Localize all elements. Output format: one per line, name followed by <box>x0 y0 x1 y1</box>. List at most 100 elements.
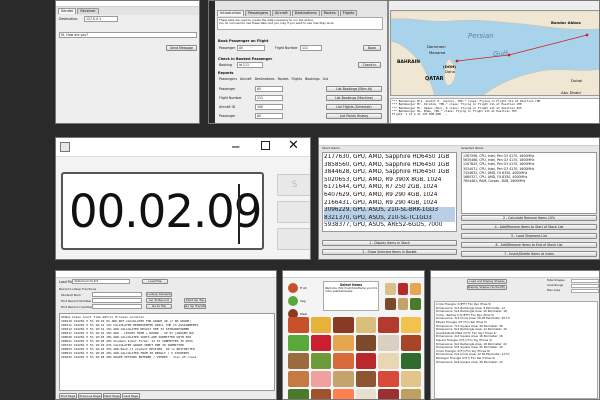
food-thumbnail[interactable] <box>288 335 309 351</box>
food-thumbnail[interactable] <box>400 335 421 351</box>
food-thumbnail[interactable] <box>333 389 354 399</box>
list-item[interactable]: 5938377, GPU, ASUS, ARES2-6GD5, 7000 <box>324 222 455 230</box>
go-to-record-button[interactable]: Go To Record <box>146 298 172 303</box>
flight-number-select[interactable]: 111 <box>300 45 322 51</box>
food-thumbnail[interactable] <box>310 353 331 369</box>
check-in-button[interactable]: Check In <box>358 62 381 68</box>
list-item[interactable]: 3858560, GPU, AMD, Sapphire HD6450 1GB <box>324 162 455 170</box>
vegetable-icon[interactable] <box>288 296 298 306</box>
food-thumbnail[interactable] <box>310 389 331 399</box>
list-points-history-button[interactable]: List Points History <box>326 113 382 119</box>
load-file-button[interactable]: Load File <box>142 279 168 284</box>
filter-select[interactable]: All <box>255 86 283 92</box>
minimize-icon[interactable]: ─ <box>232 141 239 153</box>
load-shapes-button[interactable]: Load and Display Shapes <box>467 279 507 284</box>
list-item[interactable]: 2166431, GPU, AMD, R9 290 4GB, 1024 <box>324 200 455 208</box>
list-item[interactable]: 3096229, GPU, ASUS, 210-SL-BRK-1GD3 <box>324 207 455 215</box>
food-thumbnail[interactable] <box>410 283 421 295</box>
filter-select[interactable]: All <box>255 113 283 119</box>
list-item[interactable]: 3844628, GPU, AMD, Sapphire HD6450 1GB <box>324 169 455 177</box>
radio-aircraft[interactable]: Aircraft <box>240 77 252 81</box>
tab-flights[interactable]: Flights <box>339 10 358 16</box>
stat-field[interactable] <box>571 289 599 293</box>
food-thumbnail[interactable] <box>310 335 331 351</box>
send-message-button[interactable]: Send Message <box>166 45 197 51</box>
food-thumbnail[interactable] <box>288 389 309 399</box>
list-item[interactable]: 2177630, GPU, AMD, Sapphire HD6450 1GB <box>324 154 455 162</box>
reset-button[interactable] <box>277 228 310 250</box>
food-thumbnail[interactable] <box>378 371 399 387</box>
radio-routes[interactable]: Routes <box>278 77 289 81</box>
selected-list[interactable]: 1367596, CPU, Intel, Pen G3 4170, 1600MH… <box>461 152 597 214</box>
stat-field[interactable] <box>571 279 599 283</box>
stop-button[interactable] <box>277 201 310 223</box>
insert-delete-index-button[interactable]: 7 - Insert/Delete Items at index <box>461 251 597 257</box>
list-item[interactable]: Dimensions: 6x6 Square Area: 36 Perimete… <box>436 361 596 365</box>
food-thumbnail[interactable] <box>397 298 409 310</box>
food-thumbnail[interactable] <box>333 335 354 351</box>
radio-bookings[interactable]: Bookings <box>305 77 320 81</box>
list-item[interactable]: 7654481, RAM, Corsair, 8GB, 1600MHz <box>463 179 595 183</box>
food-thumbnail[interactable] <box>355 317 376 333</box>
calculate-remove-button[interactable]: 2 - Calculate Remove Items 10% <box>461 215 597 221</box>
display-items-button[interactable]: 1 - Display Items In Stock <box>322 240 457 246</box>
radio-destinations[interactable]: Destinations <box>255 77 275 81</box>
lookup-student-button[interactable]: Lookup Student <box>146 292 172 297</box>
food-thumbnail[interactable] <box>355 335 376 351</box>
passenger-select[interactable]: All <box>237 45 265 51</box>
tab-aircraft[interactable]: Aircraft <box>271 10 291 16</box>
tab-destinations[interactable]: Destinations <box>291 10 320 16</box>
radio-passengers[interactable]: Passengers <box>219 77 237 81</box>
food-thumbnail[interactable] <box>333 317 354 333</box>
food-thumbnail[interactable] <box>310 317 331 333</box>
tab-routes[interactable]: Routes <box>320 10 339 16</box>
show-selected-button[interactable]: 2 - Show Selected Items In Basket <box>322 249 457 255</box>
food-thumbnail[interactable] <box>310 371 331 387</box>
food-thumbnail[interactable] <box>333 353 354 369</box>
booking-select[interactable]: id 111 <box>237 62 263 68</box>
first-page-button[interactable]: First Page <box>59 393 77 399</box>
stock-list[interactable]: 2177630, GPU, AMD, Sapphire HD6450 1GB 3… <box>322 152 457 232</box>
food-thumbnail[interactable] <box>410 298 421 310</box>
food-thumbnail[interactable] <box>397 283 409 295</box>
destination-select[interactable]: 127.0.0.1 <box>84 16 118 22</box>
close-icon[interactable]: ✕ <box>288 139 299 152</box>
tab-introduction[interactable]: Introduction <box>217 10 245 16</box>
table-row[interactable]: 101025 CS2201 5 5% 10:28 28% GRADE OPTIO… <box>61 355 273 359</box>
record-number-field[interactable] <box>92 298 142 303</box>
book-button[interactable]: Book <box>363 45 381 51</box>
food-thumbnail[interactable] <box>378 389 399 399</box>
go-up-transfer-button[interactable]: Go Up Transfer <box>184 304 206 309</box>
food-thumbnail[interactable] <box>385 283 396 295</box>
food-thumbnail[interactable] <box>400 353 421 369</box>
list-item[interactable]: 8321370, GPU, ASUS, 210-SL-TC1GD3 <box>324 214 455 223</box>
list-flights-button[interactable]: List Flights (Schedule) <box>326 104 382 110</box>
file-path-field[interactable]: data/records.txt <box>72 279 130 284</box>
records-table[interactable]: StNum Class Count Time Amt(%) Process Lo… <box>59 313 275 391</box>
find-record-field[interactable] <box>92 304 142 309</box>
list-item[interactable]: 5020653, GPU, AMD, R9 390X 8GB, 1024 <box>324 177 455 185</box>
previous-page-button[interactable]: Previous Page <box>78 393 102 399</box>
go-to-top-button[interactable]: Go to Top <box>146 304 172 309</box>
food-thumbnail[interactable] <box>378 335 399 351</box>
last-page-button[interactable]: Last Page <box>122 393 140 399</box>
time-display[interactable]: 00.02.09 <box>61 172 264 250</box>
food-thumbnail[interactable] <box>288 317 309 333</box>
list-item[interactable]: 6407629, GPU, AMD, R9 290 4GB, 1024 <box>324 192 455 200</box>
food-thumbnail[interactable] <box>400 389 421 399</box>
food-thumbnail[interactable] <box>385 298 396 310</box>
food-thumbnail[interactable] <box>355 353 376 369</box>
tab-passengers[interactable]: Passengers <box>245 10 271 16</box>
fruit-icon[interactable] <box>288 283 298 293</box>
next-page-button[interactable]: Next Page <box>103 393 121 399</box>
food-thumbnail[interactable] <box>400 317 421 333</box>
filter-select[interactable]: 111 <box>255 95 283 101</box>
filter-select[interactable]: 100 <box>255 104 283 110</box>
add-remove-end-button[interactable]: 6 - Add/Remove Items to End of Stock Lis… <box>461 242 597 248</box>
load-shipment-button[interactable]: 5 - Load Shipment List <box>461 233 597 239</box>
student-number-field[interactable] <box>92 292 142 297</box>
add-remove-start-button[interactable]: 4 - Add/Remove Items to Start of Stock L… <box>461 224 597 230</box>
radio-flights[interactable]: Flights <box>292 77 303 81</box>
food-thumbnail[interactable] <box>400 371 421 387</box>
start-up-top-button[interactable]: Start Up Top <box>184 298 206 303</box>
